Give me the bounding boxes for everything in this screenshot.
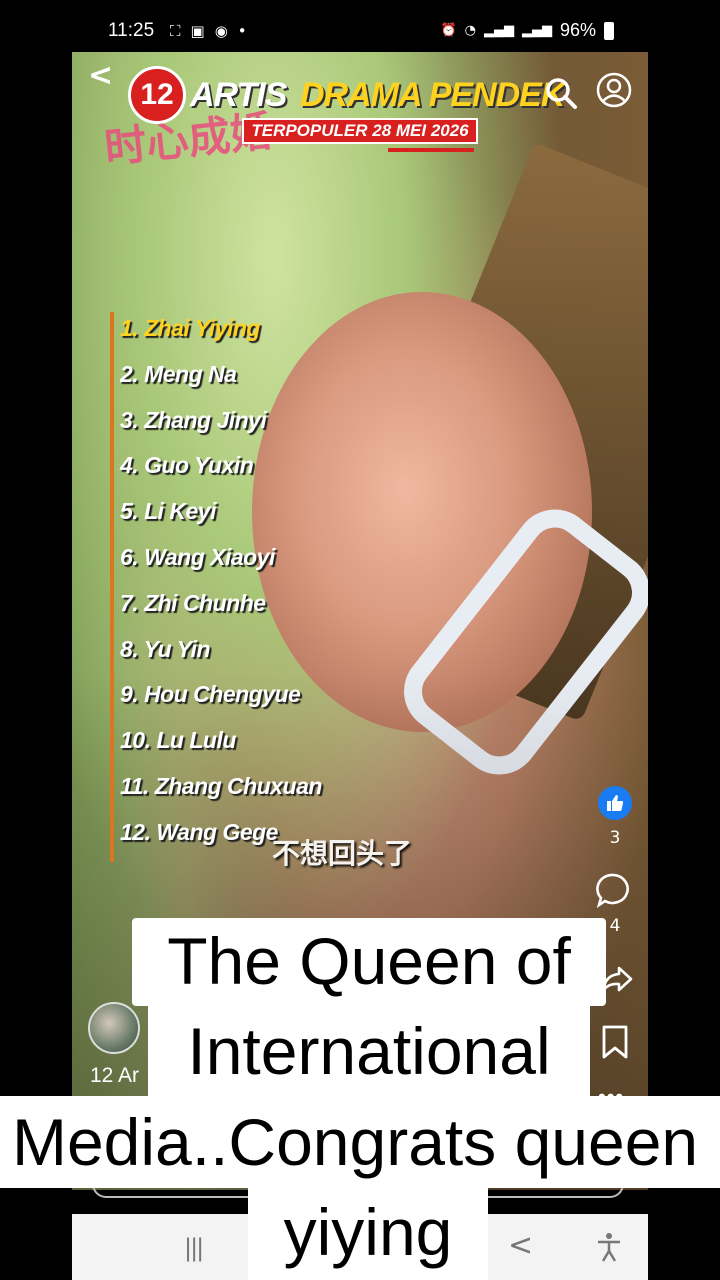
battery-icon — [604, 21, 614, 40]
accessibility-icon[interactable] — [596, 1232, 622, 1262]
battery-percent: 96% — [559, 20, 596, 40]
messenger-icon: ◉ — [214, 22, 228, 40]
back-button[interactable]: < — [88, 58, 113, 93]
alarm-icon: ⏰ — [440, 23, 457, 38]
lte2-signal-icon: ▂▄▆ — [521, 23, 552, 38]
like-count: 3 — [609, 828, 621, 848]
thumbs-up-icon — [607, 795, 624, 811]
subtitle-underline — [388, 148, 474, 152]
video-chinese-subtitle: 不想回头了 — [272, 837, 413, 870]
title-artis: ARTIS — [190, 76, 287, 114]
search-icon[interactable] — [544, 76, 578, 110]
profile-icon[interactable] — [596, 72, 632, 108]
status-right-icons: ⏰ ◔ ▂▄▆ ▂▄▆ 96% — [440, 20, 614, 41]
ranking-item: 10. Lu Lulu — [120, 727, 236, 754]
like-button[interactable] — [598, 786, 632, 820]
ranking-item: 5. Li Keyi — [120, 498, 216, 525]
caption-line-3: Media..Congrats queen — [0, 1096, 720, 1188]
channel-avatar[interactable] — [88, 1002, 140, 1054]
ranking-item: 8. Yu Yin — [120, 635, 211, 662]
ranking-item: 2. Meng Na — [120, 360, 237, 387]
title-drama-pendek: DRAMA PENDEK — [300, 76, 565, 114]
screen-record-icon: ▣ — [190, 22, 205, 40]
channel-name[interactable]: 12 Ar — [90, 1064, 150, 1088]
ranking-item: 3. Zhang Jinyi — [120, 406, 267, 433]
ranking-list: 1. Zhai Yiying 2. Meng Na 3. Zhang Jinyi… — [110, 312, 322, 862]
ranking-item: 4. Guo Yuxin — [120, 452, 254, 479]
title-badge-number: 12 — [128, 66, 186, 124]
nav-back-button[interactable]: < — [508, 1228, 533, 1263]
ranking-item: 7. Zhi Chunhe — [120, 589, 266, 616]
wifi-icon: ◔ — [464, 23, 476, 38]
caption-line-4: yiying — [248, 1186, 488, 1280]
status-bar: 11:25 ⛶ ▣ ◉ • ⏰ ◔ ▂▄▆ ▂▄▆ 96% — [0, 0, 720, 52]
title-subtitle: TERPOPULER 28 MEI 2026 — [242, 118, 478, 144]
caption-line-2: International — [148, 1006, 590, 1098]
comment-count: 4 — [609, 916, 621, 936]
ranking-item: 6. Wang Xiaoyi — [120, 543, 275, 570]
ranking-item: 11. Zhang Chuxuan — [120, 772, 322, 799]
lte1-signal-icon: ▂▄▆ — [483, 23, 514, 38]
dot-icon: • — [237, 22, 247, 40]
status-left-icons: ⛶ ▣ ◉ • — [170, 22, 247, 40]
ranking-item: 1. Zhai Yiying — [120, 315, 260, 341]
caption-line-1: The Queen of — [132, 918, 606, 1006]
comment-icon[interactable] — [596, 872, 632, 908]
status-time: 11:25 — [108, 20, 155, 41]
recents-button[interactable]: ||| — [184, 1234, 204, 1262]
bookmark-icon[interactable] — [600, 1024, 630, 1060]
screenshot-icon: ⛶ — [170, 22, 181, 40]
ranking-item: 9. Hou Chengyue — [120, 681, 301, 708]
